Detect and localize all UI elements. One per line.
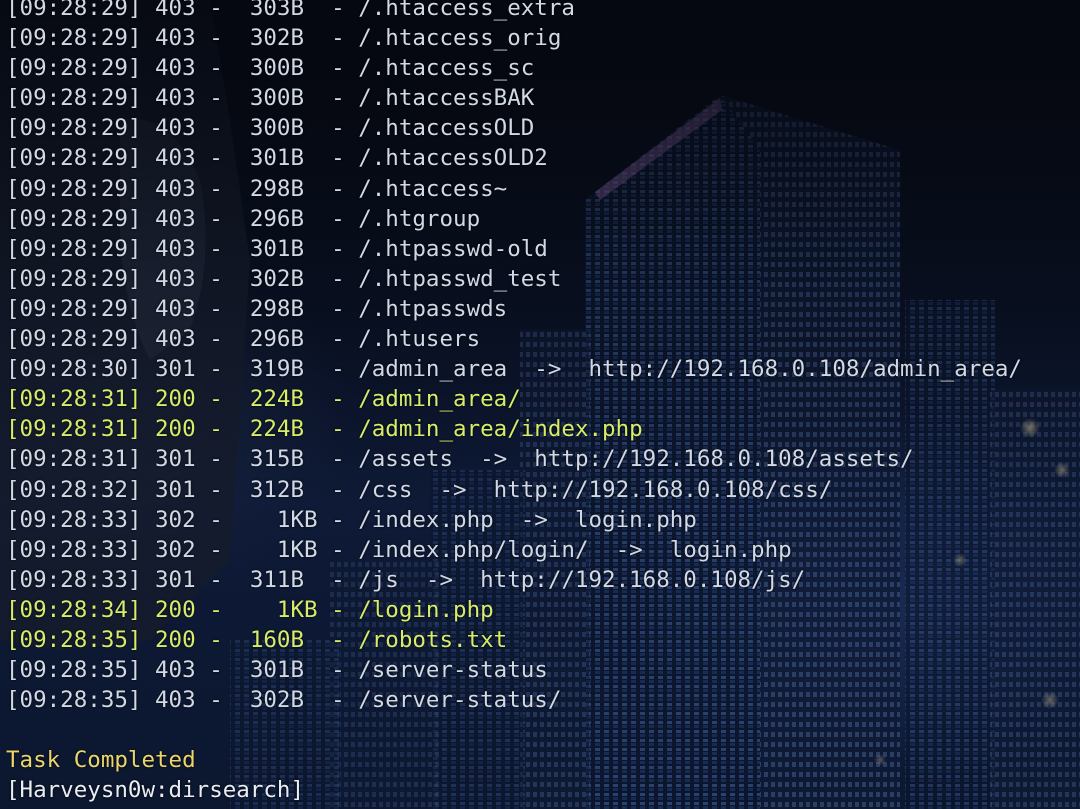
terminal-line: [09:28:29] 403 - 303B - /.htaccess_extra [6, 0, 575, 21]
terminal-line: [09:28:29] 403 - 300B - /.htaccessOLD [6, 115, 535, 142]
terminal-line: [09:28:32] 301 - 312B - /css -> http://1… [6, 476, 833, 503]
terminal-line: [09:28:29] 403 - 301B - /.htaccessOLD2 [6, 145, 548, 172]
shell-prompt[interactable]: [Harveysn0w:dirsearch] [6, 775, 1022, 805]
terminal-line-success: [09:28:34] 200 - 1KB - /login.php [6, 596, 494, 623]
task-completed-message: Task Completed [6, 747, 196, 774]
terminal-line: [09:28:29] 403 - 300B - /.htaccessBAK [6, 85, 535, 112]
terminal-line: [09:28:33] 302 - 1KB - /index.php -> log… [6, 506, 697, 533]
terminal-line-success: [09:28:35] 200 - 160B - /robots.txt [6, 626, 508, 653]
terminal-line: [09:28:29] 403 - 298B - /.htaccess~ [6, 175, 508, 202]
terminal-output: [09:28:29] 403 - 303B - /.htaccess_extra… [6, 0, 1022, 806]
terminal-line: [09:28:35] 403 - 301B - /server-status [6, 657, 548, 684]
terminal-window[interactable]: [09:28:29] 403 - 303B - /.htaccess_extra… [0, 0, 1080, 809]
terminal-line: [09:28:35] 403 - 302B - /server-status/ [6, 687, 562, 714]
terminal-line-success: [09:28:31] 200 - 224B - /admin_area/ [6, 386, 521, 413]
terminal-line: [09:28:33] 302 - 1KB - /index.php/login/… [6, 536, 792, 563]
terminal-line: [09:28:29] 403 - 301B - /.htpasswd-old [6, 235, 548, 262]
terminal-line: [09:28:29] 403 - 302B - /.htpasswd_test [6, 265, 562, 292]
terminal-line: [09:28:29] 403 - 300B - /.htaccess_sc [6, 55, 535, 82]
terminal-line: [09:28:29] 403 - 296B - /.htgroup [6, 205, 481, 232]
terminal-line: [09:28:29] 403 - 296B - /.htusers [6, 326, 481, 353]
terminal-line-success: [09:28:31] 200 - 224B - /admin_area/inde… [6, 416, 643, 443]
terminal-line: [09:28:29] 403 - 298B - /.htpasswds [6, 295, 508, 322]
terminal-line: [09:28:29] 403 - 302B - /.htaccess_orig [6, 25, 562, 52]
terminal-line: [09:28:33] 301 - 311B - /js -> http://19… [6, 566, 806, 593]
terminal-line: [09:28:31] 301 - 315B - /assets -> http:… [6, 446, 914, 473]
terminal-line: [09:28:30] 301 - 319B - /admin_area -> h… [6, 356, 1022, 383]
